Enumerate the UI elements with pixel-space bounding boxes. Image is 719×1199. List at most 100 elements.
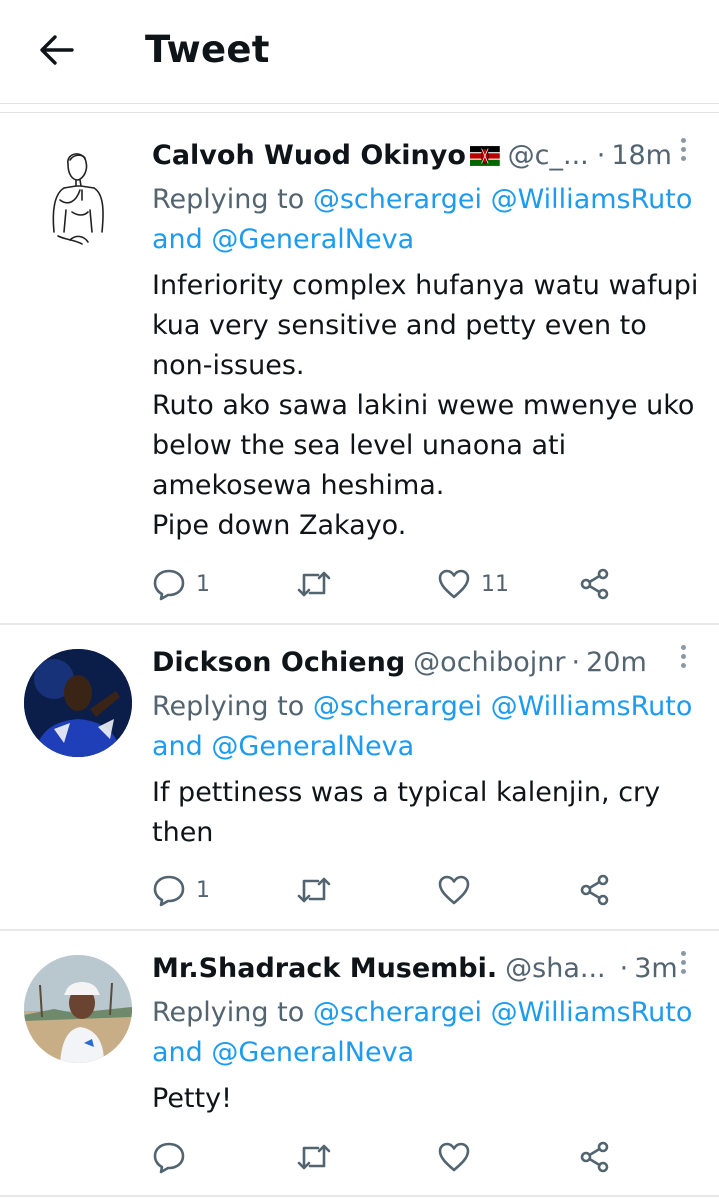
tweet-actions: 1 — [152, 868, 622, 912]
kenya-flag-icon — [469, 146, 500, 166]
like-button[interactable] — [437, 868, 481, 912]
mention-link[interactable]: @WilliamsRuto — [491, 997, 693, 1028]
author-name[interactable]: Calvoh Wuod Okinyo — [152, 136, 466, 176]
reply-count: 1 — [196, 571, 210, 597]
replying-prefix: Replying to — [152, 997, 305, 1028]
tweet-text: Petty! — [152, 1079, 697, 1119]
tweet-separator — [0, 1195, 719, 1197]
author-handle[interactable]: @ochibojnr — [413, 643, 565, 683]
tweet-text-line: Ruto ako sawa lakini wewe mwenye uko — [152, 390, 695, 421]
reply-icon — [153, 875, 185, 907]
and-text: and — [152, 1037, 203, 1068]
header-divider — [0, 103, 719, 104]
replying-to: Replying to @scherargei @WilliamsRuto an… — [152, 993, 697, 1073]
avatar[interactable] — [24, 649, 132, 757]
tweet-text: Inferiority complex hufanya watu wafupi … — [152, 266, 699, 546]
avatar[interactable] — [24, 955, 132, 1063]
back-button[interactable] — [36, 30, 76, 70]
reply-count: 1 — [196, 877, 210, 903]
more-options-button[interactable] — [677, 951, 689, 983]
top-app-bar: Tweet — [0, 0, 719, 100]
like-button[interactable] — [437, 1135, 481, 1179]
tweet-text-line: Pipe down Zakayo. — [152, 510, 407, 541]
tweet-text: If pettiness was a typical kalenjin, cry… — [152, 773, 697, 853]
mention-link[interactable]: @scherargei — [313, 184, 482, 215]
tweet-header: Mr.Shadrack Musembi. @sha... · 3m — [152, 949, 678, 989]
reply-button[interactable]: 1 — [152, 868, 210, 912]
tweet-text-line: Petty! — [152, 1083, 232, 1114]
heart-icon — [438, 875, 470, 905]
arrow-left-icon — [40, 35, 74, 65]
dot — [680, 654, 686, 659]
heart-icon — [438, 569, 470, 599]
tweet-header: Dickson Ochieng @ochibojnr · 20m — [152, 643, 672, 683]
share-button[interactable] — [578, 1135, 612, 1179]
reply-button[interactable] — [152, 1135, 196, 1179]
retweet-button[interactable] — [296, 1135, 342, 1179]
tweet-text-line: If pettiness was a typical kalenjin, cry — [152, 777, 661, 808]
avatar[interactable] — [24, 140, 132, 248]
dot — [680, 960, 686, 965]
dot — [680, 969, 686, 974]
author-name[interactable]: Dickson Ochieng — [152, 643, 405, 683]
separator-dot: · — [571, 647, 581, 678]
and-text: and — [152, 731, 203, 762]
share-button[interactable] — [578, 562, 612, 606]
mention-link[interactable]: @WilliamsRuto — [491, 184, 693, 215]
separator-dot: · — [619, 953, 629, 984]
separator-dot: · — [596, 140, 606, 171]
reply-icon — [153, 1142, 185, 1174]
replying-to: Replying to @scherargei @WilliamsRuto an… — [152, 180, 697, 260]
more-options-button[interactable] — [677, 645, 689, 677]
tweet-time: 3m — [634, 953, 678, 984]
reply-icon — [153, 569, 185, 601]
avatar-photo-icon — [24, 955, 132, 1063]
tweet-actions: 1 11 — [152, 562, 622, 606]
like-count: 11 — [481, 571, 509, 597]
tweet-separator — [0, 929, 719, 931]
reply-button[interactable]: 1 — [152, 562, 210, 606]
tweet-header: Calvoh Wuod Okinyo @c_... · 18m — [152, 136, 672, 176]
dot — [680, 147, 686, 152]
mention-link[interactable]: @WilliamsRuto — [491, 691, 693, 722]
mention-link[interactable]: @GeneralNeva — [211, 731, 414, 762]
share-icon — [580, 874, 609, 906]
header-divider-secondary — [0, 112, 719, 113]
retweet-icon — [297, 877, 331, 903]
tweet-text-line: amekosewa heshima. — [152, 470, 445, 501]
avatar-photo-icon — [24, 649, 132, 757]
dot — [680, 138, 686, 143]
tweet-actions — [152, 1135, 622, 1179]
share-icon — [580, 568, 609, 600]
dot — [680, 156, 686, 161]
tweet-text-line: kua very sensitive and petty even to — [152, 310, 647, 341]
mention-link[interactable]: @scherargei — [313, 997, 482, 1028]
share-icon — [580, 1141, 609, 1173]
more-options-button[interactable] — [677, 138, 689, 170]
share-button[interactable] — [578, 868, 612, 912]
tweet-text-line: below the sea level unaona ati — [152, 430, 567, 461]
avatar-sketch-icon — [52, 153, 104, 245]
tweet-text-line: non-issues. — [152, 350, 305, 381]
mention-link[interactable]: @GeneralNeva — [211, 1037, 414, 1068]
tweet-time: 20m — [586, 647, 647, 678]
author-handle[interactable]: @sha... — [505, 949, 605, 989]
retweet-button[interactable] — [296, 868, 342, 912]
dot — [680, 663, 686, 668]
retweet-icon — [297, 571, 331, 597]
tweet-text-line: then — [152, 817, 214, 848]
tweet-separator — [0, 623, 719, 625]
author-name[interactable]: Mr.Shadrack Musembi. — [152, 949, 497, 989]
tweet-text-line: Inferiority complex hufanya watu wafupi — [152, 270, 699, 301]
mention-link[interactable]: @GeneralNeva — [211, 224, 414, 255]
replying-prefix: Replying to — [152, 184, 305, 215]
dot — [680, 951, 686, 956]
retweet-icon — [297, 1144, 331, 1170]
and-text: and — [152, 224, 203, 255]
mention-link[interactable]: @scherargei — [313, 691, 482, 722]
author-handle[interactable]: @c_... — [508, 136, 589, 176]
like-button[interactable]: 11 — [437, 562, 509, 606]
replying-prefix: Replying to — [152, 691, 305, 722]
retweet-button[interactable] — [296, 562, 342, 606]
tweet-time: 18m — [611, 140, 672, 171]
